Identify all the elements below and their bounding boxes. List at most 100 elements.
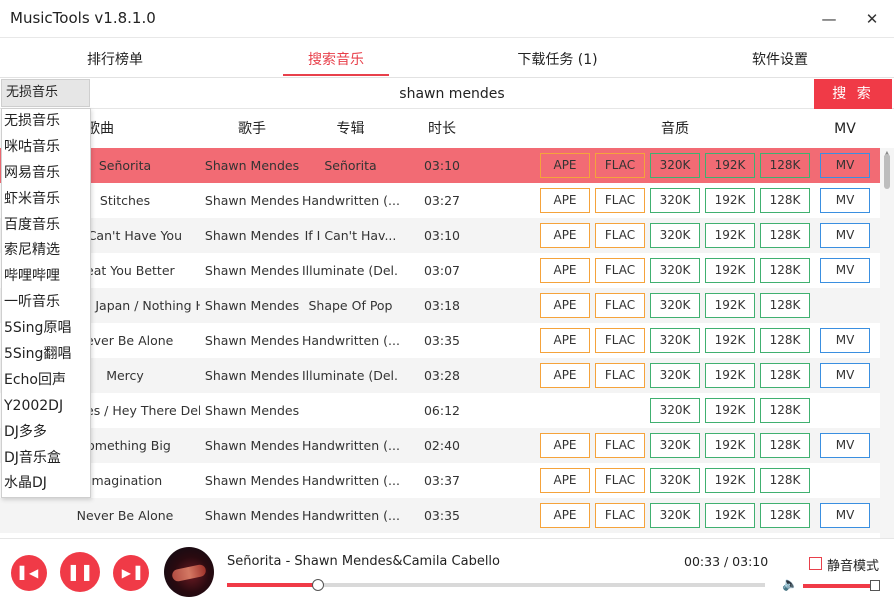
download-flac-button[interactable]: FLAC — [595, 188, 645, 213]
download-320k-button[interactable]: 320K — [650, 468, 700, 493]
download-mv-button[interactable]: MV — [820, 363, 870, 388]
skip-back-icon[interactable]: ▌◀ — [11, 555, 47, 591]
download-320k-button[interactable]: 320K — [650, 398, 700, 423]
download-mv-button[interactable]: MV — [820, 503, 870, 528]
download-128k-button[interactable]: 128K — [760, 223, 810, 248]
results-scrollbar[interactable]: ▲ — [880, 148, 894, 538]
download-128k-button[interactable]: 128K — [760, 258, 810, 283]
source-select[interactable]: 无损音乐 — [1, 79, 90, 107]
download-ape-button[interactable]: APE — [540, 188, 590, 213]
download-128k-button[interactable]: 128K — [760, 328, 810, 353]
search-button[interactable]: 搜 索 — [814, 79, 892, 109]
download-320k-button[interactable]: 320K — [650, 223, 700, 248]
download-128k-button[interactable]: 128K — [760, 293, 810, 318]
download-ape-button[interactable]: APE — [540, 223, 590, 248]
download-mv-button[interactable]: MV — [820, 258, 870, 283]
download-320k-button[interactable]: 320K — [650, 293, 700, 318]
tab-search[interactable]: 搜索音乐 — [283, 38, 389, 78]
source-option[interactable]: 5Sing原唱 — [2, 316, 90, 342]
table-row[interactable]: Treat You Better Shawn Mendes Illuminate (… — [0, 253, 880, 288]
download-192k-button[interactable]: 192K — [705, 503, 755, 528]
volume-knob[interactable] — [870, 580, 880, 591]
mute-checkbox[interactable] — [809, 557, 822, 570]
volume-slider[interactable] — [803, 584, 878, 588]
download-192k-button[interactable]: 192K — [705, 293, 755, 318]
tab-downloads[interactable]: 下载任务 (1) — [500, 38, 615, 78]
download-flac-button[interactable]: FLAC — [595, 363, 645, 388]
download-ape-button[interactable]: APE — [540, 468, 590, 493]
source-option[interactable]: Echo回声 — [2, 368, 90, 394]
minimize-button[interactable]: — — [816, 7, 842, 31]
download-320k-button[interactable]: 320K — [650, 433, 700, 458]
download-ape-button[interactable]: APE — [540, 293, 590, 318]
download-flac-button[interactable]: FLAC — [595, 258, 645, 283]
download-192k-button[interactable]: 192K — [705, 398, 755, 423]
download-192k-button[interactable]: 192K — [705, 188, 755, 213]
download-ape-button[interactable]: APE — [540, 258, 590, 283]
download-128k-button[interactable]: 128K — [760, 503, 810, 528]
source-option[interactable]: 百度音乐 — [2, 213, 90, 239]
download-flac-button[interactable]: FLAC — [595, 328, 645, 353]
download-flac-button[interactable]: FLAC — [595, 223, 645, 248]
download-mv-button[interactable]: MV — [820, 223, 870, 248]
table-row[interactable]: Something Big Shawn Mendes Handwritten (..… — [0, 428, 880, 463]
table-row[interactable]: Señorita Shawn Mendes Señorita 03:10 APE FLAC… — [0, 148, 880, 183]
download-320k-button[interactable]: 320K — [650, 503, 700, 528]
skip-forward-icon[interactable]: ▶▐ — [113, 555, 149, 591]
download-128k-button[interactable]: 128K — [760, 468, 810, 493]
download-ape-button[interactable]: APE — [540, 433, 590, 458]
download-ape-button[interactable]: APE — [540, 153, 590, 178]
download-flac-button[interactable]: FLAC — [595, 503, 645, 528]
table-row[interactable]: Never Be Alone Shawn Mendes Handwritten (.… — [0, 323, 880, 358]
download-320k-button[interactable]: 320K — [650, 363, 700, 388]
download-mv-button[interactable]: MV — [820, 433, 870, 458]
download-ape-button[interactable]: APE — [540, 328, 590, 353]
pause-icon[interactable]: ❚❚ — [60, 552, 100, 592]
download-flac-button[interactable]: FLAC — [595, 468, 645, 493]
table-row[interactable]: Stitches Shawn Mendes Handwritten (... 03:2… — [0, 183, 880, 218]
download-128k-button[interactable]: 128K — [760, 398, 810, 423]
source-option[interactable]: DJ多多 — [2, 420, 90, 446]
download-128k-button[interactable]: 128K — [760, 153, 810, 178]
download-192k-button[interactable]: 192K — [705, 363, 755, 388]
close-button[interactable]: ✕ — [859, 7, 885, 31]
download-128k-button[interactable]: 128K — [760, 433, 810, 458]
download-192k-button[interactable]: 192K — [705, 153, 755, 178]
tab-settings[interactable]: 软件设置 — [725, 38, 835, 78]
download-flac-button[interactable]: FLAC — [595, 293, 645, 318]
download-192k-button[interactable]: 192K — [705, 468, 755, 493]
download-mv-button[interactable]: MV — [820, 188, 870, 213]
source-option[interactable]: DJ音乐盒 — [2, 446, 90, 472]
table-row[interactable]: If I Can't Have You Shawn Mendes If I Can'… — [0, 218, 880, 253]
progress-bar[interactable] — [227, 583, 765, 587]
download-128k-button[interactable]: 128K — [760, 363, 810, 388]
download-192k-button[interactable]: 192K — [705, 433, 755, 458]
table-row[interactable]: Imagination Shawn Mendes Handwritten (... 0… — [0, 463, 880, 498]
source-option[interactable]: 无损音乐 — [2, 109, 90, 135]
header-album[interactable]: 专辑 — [302, 110, 399, 148]
table-row[interactable]: Mercy Shawn Mendes Illuminate (Del... 03:28… — [0, 358, 880, 393]
scroll-thumb[interactable] — [884, 154, 890, 189]
download-flac-button[interactable]: FLAC — [595, 433, 645, 458]
download-320k-button[interactable]: 320K — [650, 258, 700, 283]
table-row[interactable]: Lost In Japan / Nothing Holdin' Me BackS… — [0, 288, 880, 323]
download-320k-button[interactable]: 320K — [650, 328, 700, 353]
download-128k-button[interactable]: 128K — [760, 188, 810, 213]
source-option[interactable]: 咪咕音乐 — [2, 135, 90, 161]
download-mv-button[interactable]: MV — [820, 153, 870, 178]
search-input[interactable]: shawn mendes — [90, 79, 814, 109]
download-320k-button[interactable]: 320K — [650, 153, 700, 178]
download-flac-button[interactable]: FLAC — [595, 153, 645, 178]
source-option[interactable]: 5Sing翻唱 — [2, 342, 90, 368]
download-320k-button[interactable]: 320K — [650, 188, 700, 213]
source-option[interactable]: 一听音乐 — [2, 290, 90, 316]
source-option[interactable]: 水晶DJ — [2, 471, 90, 497]
download-ape-button[interactable]: APE — [540, 503, 590, 528]
source-option[interactable]: 虾米音乐 — [2, 187, 90, 213]
table-row[interactable]: Stitches / Hey There Del... Shawn Mendes 0… — [0, 393, 880, 428]
speaker-icon[interactable]: 🔈 — [782, 577, 798, 592]
download-ape-button[interactable]: APE — [540, 363, 590, 388]
source-option[interactable]: Y2002DJ — [2, 394, 90, 420]
tab-charts[interactable]: 排行榜单 — [60, 38, 170, 78]
source-option[interactable]: 网易音乐 — [2, 161, 90, 187]
